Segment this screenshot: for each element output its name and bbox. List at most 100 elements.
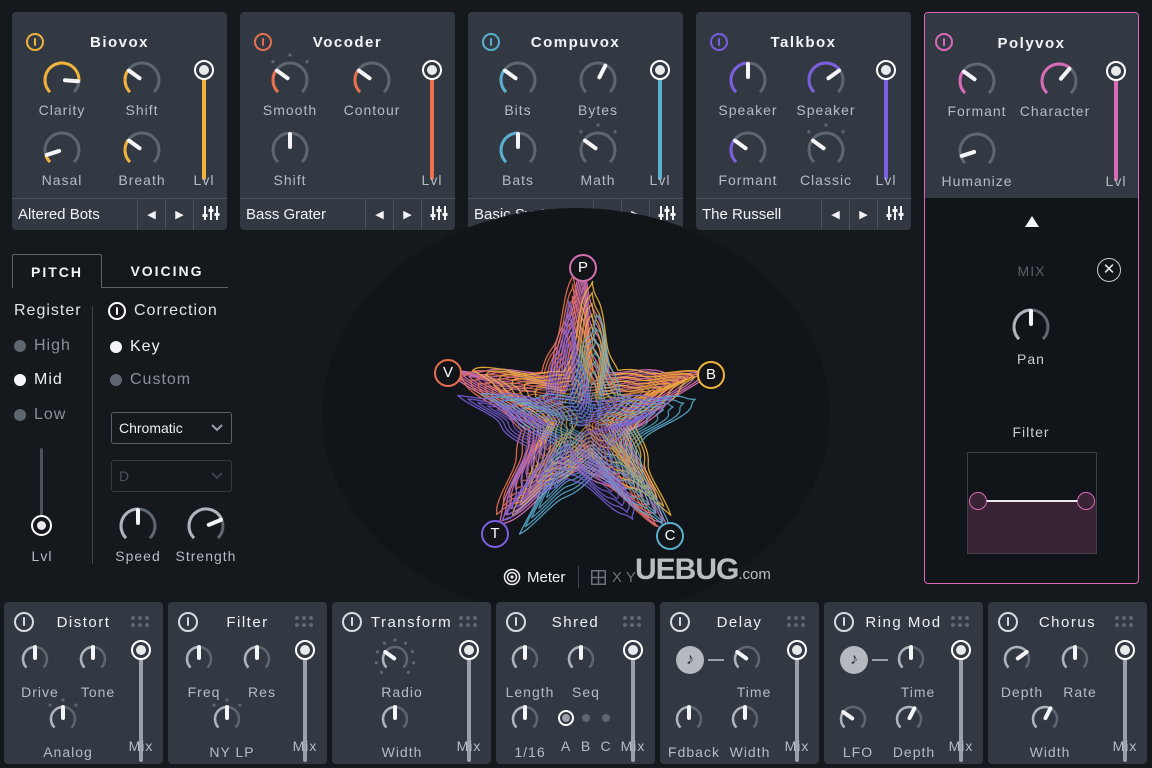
register-high[interactable]: High — [14, 337, 71, 355]
tempo-sync-button[interactable]: ♪ — [840, 646, 868, 674]
slider-thumb[interactable] — [295, 640, 315, 660]
knob-bytes[interactable] — [578, 60, 618, 100]
filter-low-handle[interactable] — [969, 492, 987, 510]
knob-radio[interactable] — [374, 638, 416, 675]
knob-freq[interactable] — [184, 644, 214, 674]
knob-classic[interactable] — [806, 123, 846, 170]
knob-seq[interactable] — [566, 644, 596, 674]
power-icon[interactable] — [108, 302, 126, 320]
knob-time[interactable] — [732, 644, 762, 674]
slider-thumb[interactable] — [422, 60, 442, 80]
knob-bits[interactable] — [498, 60, 538, 100]
slider-thumb[interactable] — [131, 640, 151, 660]
register-low[interactable]: Low — [14, 406, 66, 424]
knob-speed[interactable] — [118, 506, 158, 546]
register-mid[interactable]: Mid — [14, 371, 63, 389]
slider-thumb[interactable] — [1106, 61, 1126, 81]
pitch-level-thumb[interactable] — [31, 515, 52, 536]
slider-thumb[interactable] — [787, 640, 807, 660]
knob-clarity[interactable] — [42, 60, 82, 100]
knob-width[interactable] — [1030, 704, 1060, 734]
knob-humanize[interactable] — [957, 131, 997, 171]
knob-nasal[interactable] — [42, 130, 82, 170]
knob-formant[interactable] — [728, 130, 768, 170]
knob-1-16[interactable] — [510, 704, 540, 734]
filter-high-handle[interactable] — [1077, 492, 1095, 510]
knob-strength[interactable] — [186, 506, 226, 546]
drag-handle-icon[interactable] — [951, 616, 969, 628]
preset-name[interactable]: The Russell — [696, 199, 821, 230]
knob-ny-lp[interactable] — [212, 698, 242, 734]
knob-speaker-2[interactable] — [806, 60, 846, 100]
drag-handle-icon[interactable] — [623, 616, 641, 628]
pattern-b-radio[interactable] — [582, 714, 590, 722]
knob-math[interactable] — [578, 123, 618, 170]
knob-depth[interactable] — [1002, 644, 1032, 674]
knob-width[interactable] — [380, 704, 410, 734]
prev-preset-button[interactable]: ◀ — [137, 199, 165, 230]
preset-name[interactable]: Altered Bots — [12, 199, 137, 230]
preset-settings-button[interactable] — [877, 199, 911, 230]
next-preset-button[interactable]: ▶ — [849, 199, 877, 230]
knob-smooth[interactable] — [270, 53, 310, 100]
drag-handle-icon[interactable] — [1115, 616, 1133, 628]
correction-custom[interactable]: Custom — [110, 371, 191, 389]
slider-thumb[interactable] — [623, 640, 643, 660]
level-slider[interactable] — [650, 60, 670, 180]
view-meter-button[interactable]: Meter — [503, 566, 565, 588]
knob-character[interactable] — [1039, 61, 1079, 101]
level-slider[interactable] — [194, 60, 214, 180]
correction-toggle[interactable]: Correction — [108, 302, 218, 320]
slider-thumb[interactable] — [876, 60, 896, 80]
knob-shift[interactable] — [270, 130, 310, 170]
tempo-sync-button[interactable]: ♪ — [676, 646, 704, 674]
slider-thumb[interactable] — [459, 640, 479, 660]
tab-voicing[interactable]: VOICING — [114, 254, 220, 288]
node-v[interactable]: V — [434, 359, 462, 387]
knob-lfo[interactable] — [838, 704, 868, 734]
drag-handle-icon[interactable] — [131, 616, 149, 628]
tab-pitch[interactable]: PITCH — [12, 254, 102, 288]
level-slider[interactable] — [876, 60, 896, 180]
preset-name[interactable]: Bass Grater — [240, 199, 365, 230]
node-t[interactable]: T — [481, 520, 509, 548]
slider-thumb[interactable] — [1115, 640, 1135, 660]
knob-shift[interactable] — [122, 60, 162, 100]
knob-width[interactable] — [730, 704, 760, 734]
close-icon[interactable]: ✕ — [1097, 258, 1121, 282]
knob-bats[interactable] — [498, 130, 538, 170]
node-c[interactable]: C — [656, 522, 684, 550]
next-preset-button[interactable]: ▶ — [165, 199, 193, 230]
slider-thumb[interactable] — [951, 640, 971, 660]
preset-settings-button[interactable] — [421, 199, 455, 230]
pattern-a-radio[interactable] — [558, 710, 574, 726]
drag-handle-icon[interactable] — [459, 616, 477, 628]
correction-key[interactable]: Key — [110, 338, 161, 356]
preset-settings-button[interactable] — [193, 199, 227, 230]
knob-rate[interactable] — [1060, 644, 1090, 674]
knob-depth[interactable] — [894, 704, 924, 734]
knob-contour[interactable] — [352, 60, 392, 100]
knob-analog[interactable] — [48, 698, 78, 734]
slider-thumb[interactable] — [194, 60, 214, 80]
node-p[interactable]: P — [569, 254, 597, 282]
view-xy-button[interactable]: X Y — [591, 566, 636, 588]
knob-drive[interactable] — [20, 644, 50, 674]
slider-thumb[interactable] — [650, 60, 670, 80]
knob-length[interactable] — [510, 644, 540, 674]
knob-breath[interactable] — [122, 130, 162, 170]
collapse-triangle-icon[interactable] — [1025, 216, 1039, 227]
scale-select[interactable]: Chromatic — [111, 412, 232, 444]
knob-fdback[interactable] — [674, 704, 704, 734]
level-slider[interactable] — [1106, 61, 1126, 181]
prev-preset-button[interactable]: ◀ — [365, 199, 393, 230]
filter-graph[interactable] — [967, 452, 1097, 554]
next-preset-button[interactable]: ▶ — [393, 199, 421, 230]
knob-formant[interactable] — [957, 61, 997, 101]
knob-pan[interactable] — [1011, 307, 1051, 347]
drag-handle-icon[interactable] — [295, 616, 313, 628]
knob-time[interactable] — [896, 644, 926, 674]
knob-speaker[interactable] — [728, 60, 768, 100]
node-b[interactable]: B — [697, 361, 725, 389]
level-slider[interactable] — [422, 60, 442, 180]
